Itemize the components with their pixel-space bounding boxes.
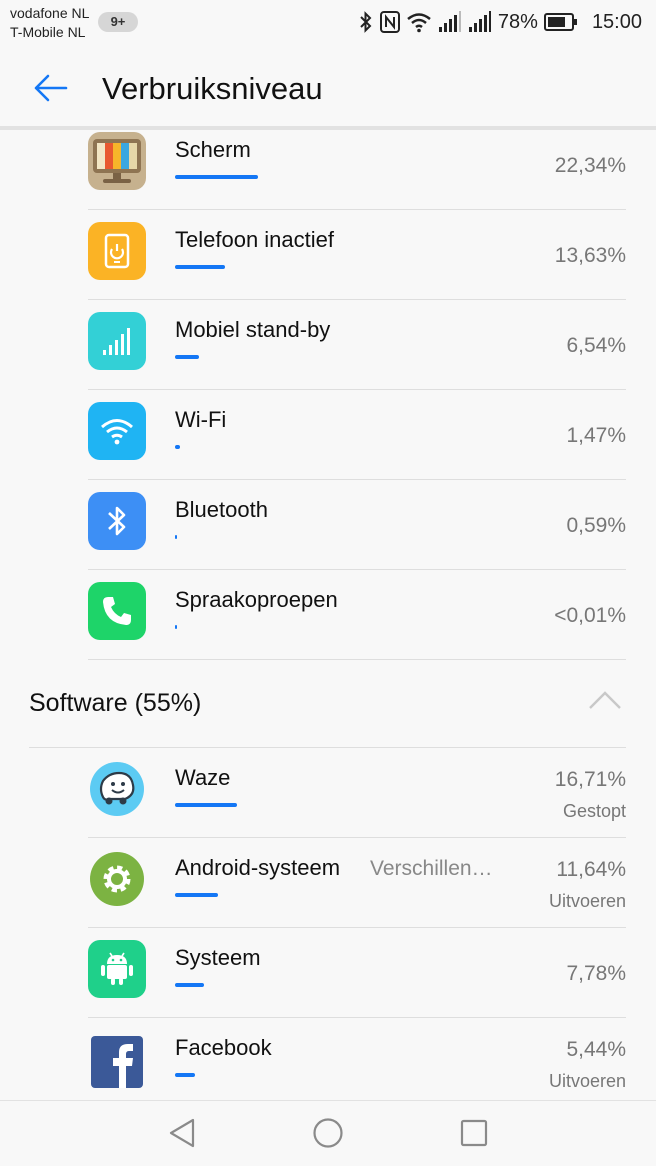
android-icon	[88, 940, 146, 998]
app-bar: Verbruiksniveau	[0, 44, 656, 128]
usage-percent: 6,54%	[566, 334, 626, 357]
item-description: Verschillen…	[370, 857, 493, 880]
page-title: Verbruiksniveau	[102, 71, 323, 106]
call-icon	[88, 582, 146, 640]
item-name: Waze	[175, 765, 231, 790]
usage-bar	[175, 625, 177, 629]
list-item[interactable]: Facebook 5,44% Uitvoeren	[88, 1018, 626, 1108]
list-item[interactable]: Systeem 7,78%	[88, 928, 626, 1018]
wifi-icon	[88, 402, 146, 460]
battery-percent: 78%	[497, 10, 538, 33]
navigation-bar	[0, 1100, 656, 1166]
usage-bar	[175, 355, 199, 359]
chevron-up-icon[interactable]	[588, 690, 622, 715]
nav-recents-button[interactable]	[454, 1115, 494, 1155]
facebook-icon	[91, 1036, 143, 1088]
app-status: Uitvoeren	[548, 1071, 626, 1091]
status-bar: vodafone NL T-Mobile NL 9+ 78% 15:00	[0, 0, 656, 44]
usage-bar	[175, 265, 225, 269]
list-item[interactable]: Android-systeem Verschillen… 11,64% Uitv…	[88, 838, 626, 928]
usage-percent: 22,34%	[554, 154, 626, 177]
usage-percent: 7,78%	[566, 962, 626, 985]
usage-bar	[175, 1073, 195, 1077]
back-arrow-icon	[32, 73, 68, 108]
settings-gear-icon	[88, 850, 146, 908]
usage-percent: 11,64%	[556, 858, 626, 881]
usage-percent: <0,01%	[554, 604, 626, 627]
phone-idle-icon	[88, 222, 146, 280]
usage-percent: 0,59%	[566, 514, 626, 537]
list-item[interactable]: Mobiel stand-by 6,54%	[88, 300, 626, 390]
waze-icon	[88, 760, 146, 818]
item-name: Scherm	[175, 137, 251, 162]
status-icons: 78% 15:00	[358, 8, 642, 36]
item-name: Wi-Fi	[175, 407, 227, 432]
bluetooth-status-icon	[358, 11, 374, 33]
usage-percent: 1,47%	[566, 424, 626, 447]
bluetooth-icon	[88, 492, 146, 550]
screen-icon	[88, 132, 146, 190]
nav-home-button[interactable]	[308, 1115, 348, 1155]
carrier-2: T-Mobile NL	[10, 24, 86, 40]
software-section-header[interactable]: Software (55%)	[29, 660, 626, 748]
back-button[interactable]	[26, 66, 74, 114]
nav-back-button[interactable]	[162, 1115, 202, 1155]
list-item[interactable]: Scherm 22,34%	[88, 120, 626, 210]
section-title: Software (55%)	[29, 689, 202, 717]
usage-bar	[175, 445, 180, 449]
usage-bar	[175, 803, 237, 807]
signal-1-icon	[438, 11, 462, 33]
battery-icon	[543, 12, 578, 32]
item-name: Spraakoproepen	[175, 587, 338, 612]
carrier-1: vodafone NL	[10, 5, 90, 21]
item-name: Bluetooth	[175, 497, 268, 522]
recents-square-icon	[459, 1118, 489, 1153]
item-name: Android-systeem	[175, 855, 341, 880]
usage-bar	[175, 535, 177, 539]
app-status: Uitvoeren	[548, 891, 626, 911]
signal-icon	[88, 312, 146, 370]
home-circle-icon	[312, 1117, 344, 1154]
usage-bar	[175, 893, 218, 897]
usage-percent: 13,63%	[554, 244, 626, 267]
list-item[interactable]: Spraakoproepen <0,01%	[88, 570, 626, 660]
list-item[interactable]: Bluetooth 0,59%	[88, 480, 626, 570]
usage-percent: 16,71%	[554, 768, 626, 791]
item-name: Facebook	[175, 1035, 272, 1060]
nfc-icon	[379, 11, 400, 33]
clock: 15:00	[591, 10, 642, 33]
item-name: Systeem	[175, 945, 261, 970]
list-item[interactable]: Wi-Fi 1,47%	[88, 390, 626, 480]
usage-bar	[175, 983, 204, 987]
app-status: Gestopt	[562, 801, 626, 821]
carrier-names: vodafone NL T-Mobile NL	[10, 4, 89, 42]
usage-bar	[175, 175, 258, 179]
notification-count-badge: 9+	[98, 12, 138, 32]
list-item[interactable]: Waze 16,71% Gestopt	[88, 748, 626, 838]
item-name: Mobiel stand-by	[175, 317, 331, 342]
list-item[interactable]: Telefoon inactief 13,63%	[88, 210, 626, 300]
usage-percent: 5,44%	[566, 1038, 626, 1061]
back-triangle-icon	[167, 1117, 197, 1154]
wifi-status-icon	[406, 11, 432, 33]
signal-2-icon	[468, 11, 492, 33]
item-name: Telefoon inactief	[175, 227, 334, 252]
